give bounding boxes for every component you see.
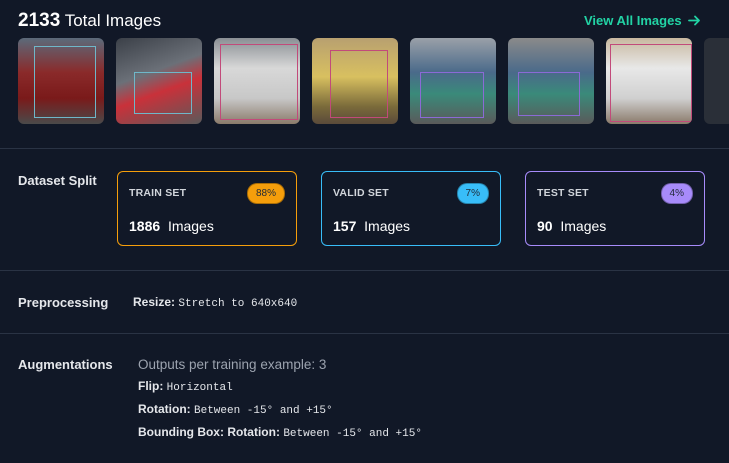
valid-set-count: 157 Images xyxy=(333,218,410,234)
view-all-images-link[interactable]: View All Images xyxy=(584,13,701,28)
train-set-name: TRAIN SET xyxy=(129,187,187,199)
test-set-count: 90 Images xyxy=(537,218,606,234)
section-divider xyxy=(0,333,729,334)
flip-value: Horizontal xyxy=(166,382,233,394)
image-thumbnail[interactable] xyxy=(214,38,300,124)
valid-set-name: VALID SET xyxy=(333,187,389,199)
bbox-rotation-key: Bounding Box: Rotation: xyxy=(138,425,280,439)
total-images-count: 2133 xyxy=(18,10,61,31)
total-images-label: Total Images xyxy=(64,11,162,30)
augmentations-label: Augmentations xyxy=(18,357,113,372)
bbox-rotation-setting: Bounding Box: Rotation: Between -15° and… xyxy=(138,425,422,440)
image-thumbnail[interactable] xyxy=(18,38,104,124)
section-divider xyxy=(0,148,729,149)
train-set-count-value: 1886 xyxy=(129,218,161,234)
train-set-count: 1886 Images xyxy=(129,218,214,234)
image-thumbnail[interactable] xyxy=(508,38,594,124)
valid-set-count-unit: Images xyxy=(364,218,411,234)
test-set-card[interactable]: TEST SET 4% 90 Images xyxy=(525,171,705,246)
valid-set-count-value: 157 xyxy=(333,218,357,234)
image-thumbnail[interactable] xyxy=(410,38,496,124)
test-set-name: TEST SET xyxy=(537,187,589,199)
image-thumbnail-strip[interactable] xyxy=(18,38,729,124)
image-thumbnail[interactable] xyxy=(704,38,729,124)
preprocessing-label: Preprocessing xyxy=(18,295,109,310)
resize-value: Stretch to 640x640 xyxy=(178,298,298,310)
test-set-count-value: 90 xyxy=(537,218,553,234)
resize-key: Resize: xyxy=(133,295,176,309)
train-set-card[interactable]: TRAIN SET 88% 1886 Images xyxy=(117,171,297,246)
rotation-key: Rotation: xyxy=(138,402,191,416)
train-set-count-unit: Images xyxy=(167,218,214,234)
test-set-count-unit: Images xyxy=(560,218,607,234)
valid-set-card[interactable]: VALID SET 7% 157 Images xyxy=(321,171,501,246)
bbox-rotation-value: Between -15° and +15° xyxy=(283,428,422,440)
flip-setting: Flip: Horizontal xyxy=(138,379,233,394)
resize-setting: Resize: Stretch to 640x640 xyxy=(133,295,297,310)
total-images-title: 2133 Total Images xyxy=(18,10,161,32)
rotation-value: Between -15° and +15° xyxy=(194,405,333,417)
view-all-images-label: View All Images xyxy=(584,13,682,28)
outputs-per-example: Outputs per training example: 3 xyxy=(138,357,327,372)
image-thumbnail[interactable] xyxy=(116,38,202,124)
train-set-percent-badge: 88% xyxy=(246,183,285,204)
rotation-setting: Rotation: Between -15° and +15° xyxy=(138,402,333,417)
section-divider xyxy=(0,270,729,271)
flip-key: Flip: xyxy=(138,379,164,393)
image-thumbnail[interactable] xyxy=(606,38,692,124)
arrow-right-icon xyxy=(688,15,701,26)
test-set-percent-badge: 4% xyxy=(660,183,693,204)
dataset-split-label: Dataset Split xyxy=(18,173,97,188)
image-thumbnail[interactable] xyxy=(312,38,398,124)
valid-set-percent-badge: 7% xyxy=(456,183,489,204)
